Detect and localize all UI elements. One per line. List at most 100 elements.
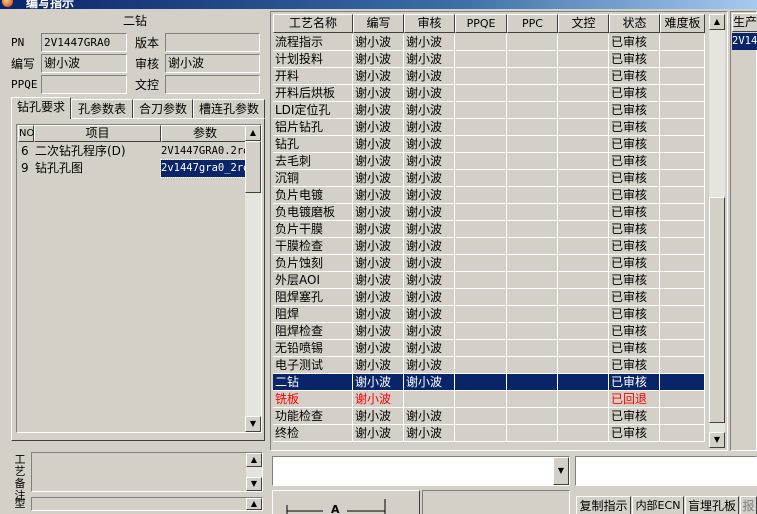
col-ppc[interactable]: PPC — [507, 14, 558, 33]
table-row[interactable]: 无铅喷锡 谢小波 谢小波 已审核 — [273, 340, 705, 357]
table-row[interactable]: 干膜检查 谢小波 谢小波 已审核 — [273, 238, 705, 255]
cell-difficulty — [660, 255, 705, 272]
remarks-section: 工艺备注 ▲ ▼ 型 ▲ — [11, 448, 265, 511]
scroll-up-icon[interactable]: ▲ — [245, 125, 261, 141]
table-row[interactable]: 铣板 谢小波 已回退 — [273, 391, 705, 408]
blind-buried-hole-button[interactable]: 盲埋孔板 — [685, 496, 739, 514]
cell-doc-control — [558, 68, 609, 85]
cell-ppc — [507, 34, 558, 51]
ppqe-field[interactable] — [41, 75, 127, 94]
list-item[interactable]: 6 二次钻孔程序(D) 2V1447GRA0.2rd — [17, 143, 249, 160]
table-row[interactable]: LDI定位孔 谢小波 谢小波 已审核 — [273, 102, 705, 119]
cell-ppc — [507, 391, 558, 408]
table-row[interactable]: 二钻 谢小波 谢小波 已审核 — [273, 374, 705, 391]
pn-field[interactable]: 2V1447GRA0 — [41, 33, 127, 52]
cell-reviewer: 谢小波 — [404, 68, 455, 85]
cell-process-name: 负片电镀 — [273, 187, 353, 204]
remarks-textarea[interactable]: ▲ ▼ — [31, 452, 263, 492]
main-grid-scrollbar[interactable]: ▲ ▼ — [709, 14, 725, 448]
cell-process-name: 开料后烘板 — [273, 85, 353, 102]
left-grid-scrollbar[interactable]: ▲ ▼ — [245, 125, 261, 432]
cell-ppqe — [455, 306, 507, 323]
scroll-up-icon[interactable]: ▲ — [709, 14, 725, 30]
reviewer-field[interactable]: 谢小波 — [165, 54, 260, 73]
production-header[interactable]: 生产 — [732, 13, 757, 32]
cell-ppqe — [455, 272, 507, 289]
cell-difficulty — [660, 289, 705, 306]
col-difficulty[interactable]: 难度板 — [660, 14, 705, 33]
report-button[interactable]: 报 — [740, 496, 757, 514]
cell-difficulty — [660, 306, 705, 323]
table-row[interactable]: 沉铜 谢小波 谢小波 已审核 — [273, 170, 705, 187]
col-no[interactable]: NO — [18, 125, 34, 142]
cell-ppc — [507, 68, 558, 85]
col-item[interactable]: 项目 — [34, 125, 161, 142]
cell-ppc — [507, 289, 558, 306]
scroll-up-icon[interactable]: ▲ — [246, 498, 262, 510]
table-row[interactable]: 开料 谢小波 谢小波 已审核 — [273, 68, 705, 85]
remarks-label: 工艺备注 — [14, 453, 26, 502]
scroll-down-icon[interactable]: ▼ — [709, 432, 725, 448]
col-ppqe[interactable]: PPQE — [455, 14, 507, 33]
type-field[interactable]: ▲ — [31, 497, 263, 511]
scroll-thumb[interactable] — [709, 197, 725, 423]
process-combo[interactable]: ▼ — [272, 456, 570, 486]
tab-hole-params[interactable]: 孔参数表 — [71, 99, 133, 119]
internal-ecn-button[interactable]: 内部ECN — [632, 496, 684, 514]
secondary-combo[interactable] — [575, 456, 757, 486]
table-row[interactable]: 电子测试 谢小波 谢小波 已审核 — [273, 357, 705, 374]
scroll-thumb[interactable] — [245, 141, 261, 193]
table-row[interactable]: 负片干膜 谢小波 谢小波 已审核 — [273, 221, 705, 238]
table-row[interactable]: 开料后烘板 谢小波 谢小波 已审核 — [273, 85, 705, 102]
table-row[interactable]: 计划投料 谢小波 谢小波 已审核 — [273, 51, 705, 68]
preview-area — [422, 490, 570, 514]
version-field[interactable] — [165, 33, 260, 52]
table-row[interactable]: 负电镀磨板 谢小波 谢小波 已审核 — [273, 204, 705, 221]
table-row[interactable]: 外层AOI 谢小波 谢小波 已审核 — [273, 272, 705, 289]
cell-doc-control — [558, 255, 609, 272]
cell-doc-control — [558, 221, 609, 238]
scroll-down-icon[interactable]: ▼ — [245, 416, 261, 432]
cell-writer: 谢小波 — [353, 153, 404, 170]
table-row[interactable]: 流程指示 谢小波 谢小波 已审核 — [273, 34, 705, 51]
cell-difficulty — [660, 340, 705, 357]
row-param-selected[interactable]: 2v1447gra0_2rd — [160, 159, 248, 178]
cell-reviewer: 谢小波 — [404, 136, 455, 153]
chevron-down-icon[interactable]: ▼ — [553, 457, 569, 485]
col-status[interactable]: 状态 — [609, 14, 660, 33]
table-row[interactable]: 钻孔 谢小波 谢小波 已审核 — [273, 136, 705, 153]
remarks-scrollbar[interactable]: ▲ ▼ — [246, 453, 262, 491]
cell-doc-control — [558, 170, 609, 187]
cell-doc-control — [558, 136, 609, 153]
col-doc-control[interactable]: 文控 — [558, 14, 609, 33]
doc-control-field[interactable] — [165, 75, 260, 94]
cell-status: 已审核 — [609, 408, 660, 425]
cell-doc-control — [558, 391, 609, 408]
table-row[interactable]: 铝片钻孔 谢小波 谢小波 已审核 — [273, 119, 705, 136]
table-row[interactable]: 负片电镀 谢小波 谢小波 已审核 — [273, 187, 705, 204]
col-reviewer[interactable]: 审核 — [404, 14, 455, 33]
table-row[interactable]: 阻焊检查 谢小波 谢小波 已审核 — [273, 323, 705, 340]
tab-tool-params[interactable]: 合刀参数 — [133, 99, 193, 119]
col-process-name[interactable]: 工艺名称 — [273, 14, 353, 33]
tab-slot-params[interactable]: 槽连孔参数 — [193, 99, 265, 119]
cell-doc-control — [558, 306, 609, 323]
list-item[interactable]: 9 钻孔孔图 2v1447gra0_2rd — [17, 159, 249, 178]
col-param[interactable]: 参数 — [161, 125, 249, 142]
cell-ppqe — [455, 34, 507, 51]
cell-ppqe — [455, 153, 507, 170]
copy-instruction-button[interactable]: 复制指示 — [576, 496, 631, 514]
col-writer[interactable]: 编写 — [353, 14, 404, 33]
cell-difficulty — [660, 136, 705, 153]
table-row[interactable]: 阻焊 谢小波 谢小波 已审核 — [273, 306, 705, 323]
table-row[interactable]: 去毛刺 谢小波 谢小波 已审核 — [273, 153, 705, 170]
scroll-up-icon[interactable]: ▲ — [246, 453, 262, 467]
writer-field[interactable]: 谢小波 — [41, 54, 127, 73]
table-row[interactable]: 负片蚀刻 谢小波 谢小波 已审核 — [273, 255, 705, 272]
table-row[interactable]: 终检 谢小波 谢小波 已审核 — [273, 425, 705, 442]
table-row[interactable]: 功能检查 谢小波 谢小波 已审核 — [273, 408, 705, 425]
scroll-down-icon[interactable]: ▼ — [246, 477, 262, 491]
table-row[interactable]: 阻焊塞孔 谢小波 谢小波 已审核 — [273, 289, 705, 306]
production-value[interactable]: 2V14 — [732, 33, 757, 50]
tab-drill-requirements[interactable]: 钻孔要求 — [11, 97, 71, 119]
